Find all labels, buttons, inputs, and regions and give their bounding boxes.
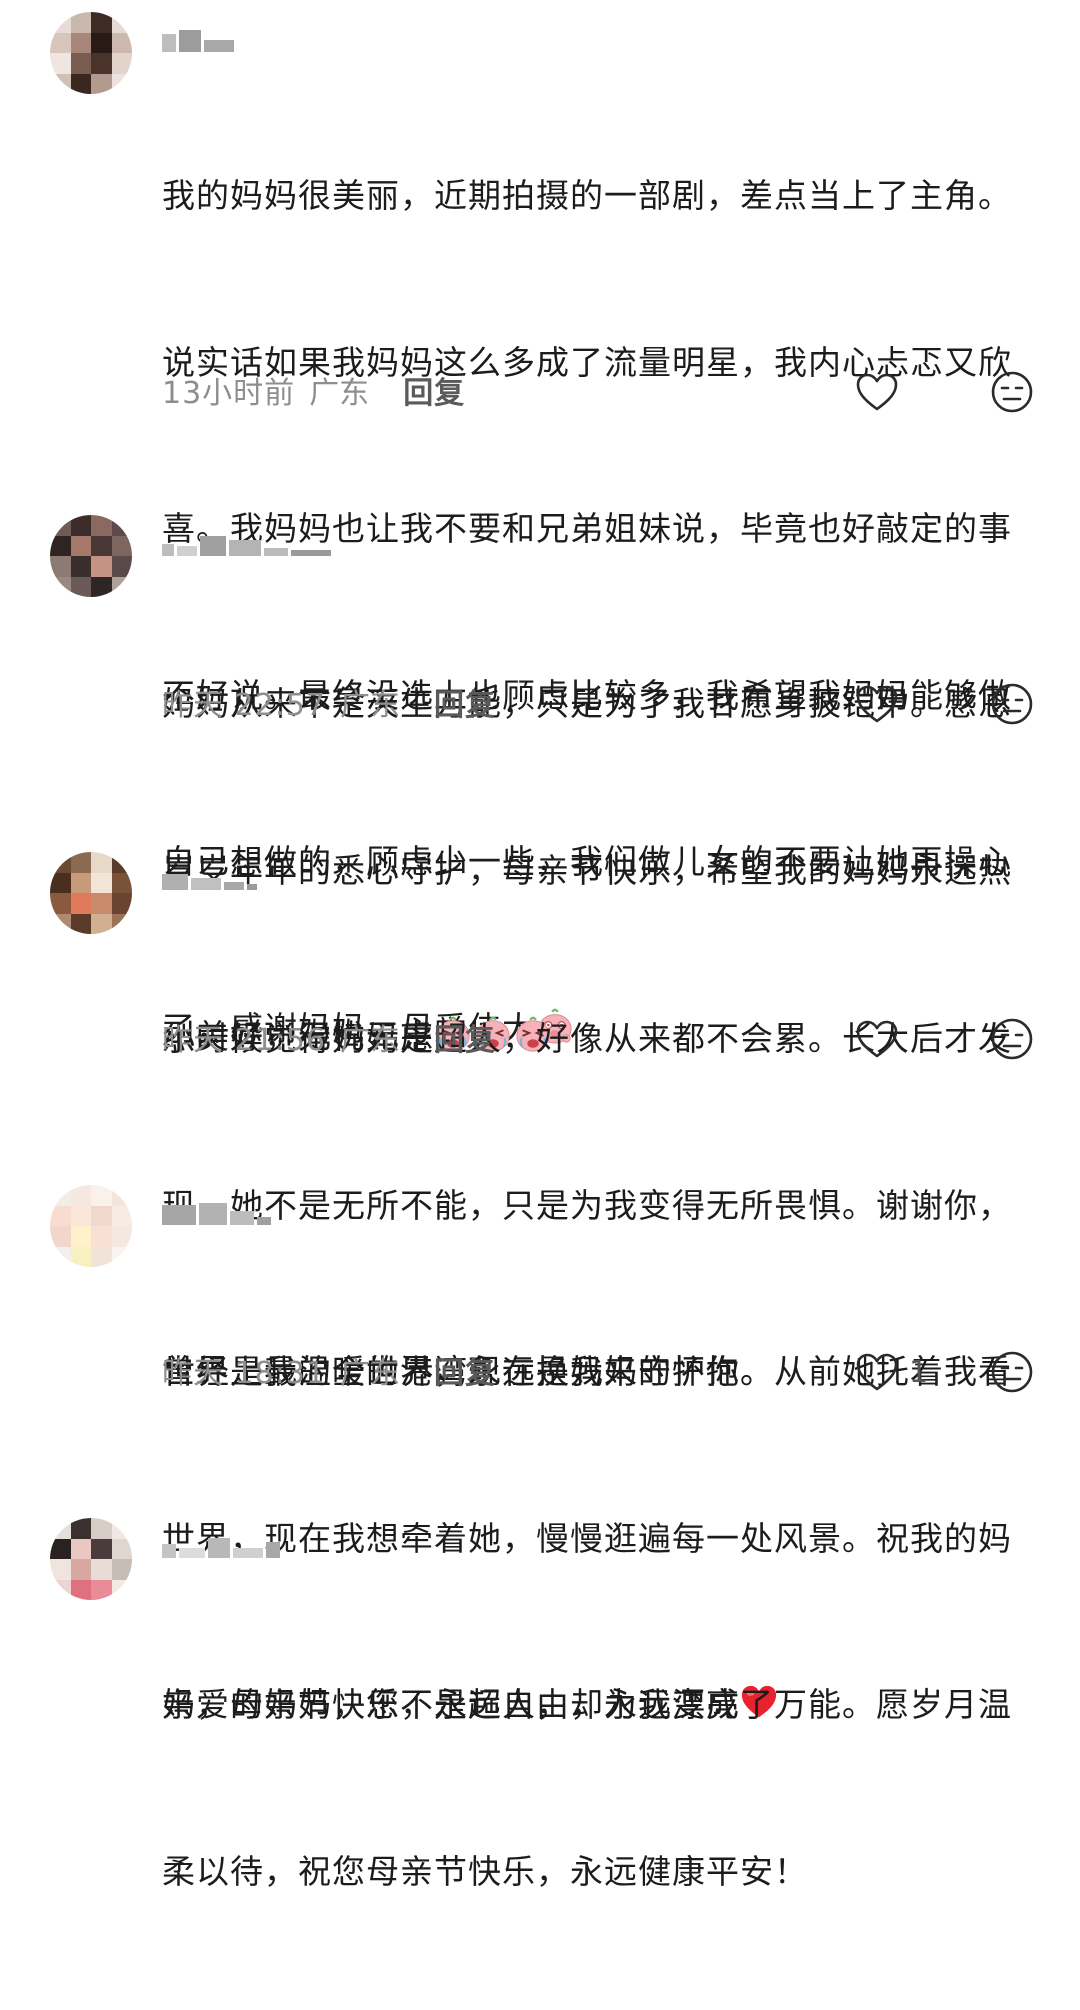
heart-outline-icon (856, 373, 898, 411)
dislike-button[interactable] (990, 1017, 1034, 1061)
comment-line: 现，她不是无所不能，只是为我变得无所畏惧。谢谢你， (162, 1185, 1012, 1225)
comment-location: 广东 (340, 688, 400, 723)
like-button[interactable] (855, 1017, 909, 1061)
heart-outline-icon (856, 1353, 898, 1391)
username[interactable] (162, 1203, 271, 1225)
username[interactable] (162, 1536, 280, 1558)
avatar[interactable] (50, 1518, 132, 1600)
avatar[interactable] (50, 12, 132, 94)
like-count: 1 (909, 1354, 929, 1390)
comment-line: 世界，现在我想牵着她，慢慢逛遍每一处风景。祝我的妈 (162, 1518, 1012, 1558)
comment-meta: 昨天 18:31 广东 回复 (162, 1348, 496, 1392)
dislike-button[interactable] (990, 1350, 1034, 1394)
comment-location: 广东 (309, 376, 370, 411)
username[interactable] (162, 534, 331, 556)
neutral-face-icon (991, 371, 1033, 413)
comment-text: 亲爱的妈妈，您不是超人，却为我变成了万能。愿岁月温 柔以待，祝您母亲节快乐，永远… (162, 1566, 1042, 2010)
comment-line: 亲爱的妈妈，您不是超人，却为我变成了万能。愿岁月温 (162, 1685, 1012, 1724)
comment-line: 我的妈妈很美丽，近期拍摄的一部剧，差点当上了主角。 (162, 176, 1012, 215)
comment-time: 昨天 22:57 (162, 688, 326, 723)
username[interactable] (162, 30, 234, 52)
comment-location: 广东 (340, 1356, 400, 1391)
dislike-button[interactable] (990, 682, 1034, 726)
reply-button[interactable]: 回复 (434, 1348, 496, 1392)
username[interactable] (162, 868, 257, 890)
reply-button[interactable]: 回复 (434, 1015, 496, 1059)
like-button[interactable] (855, 370, 909, 414)
comment-time: 昨天 18:31 (162, 1356, 326, 1391)
heart-outline-icon (856, 685, 898, 723)
neutral-face-icon (991, 1351, 1033, 1393)
neutral-face-icon (991, 1018, 1033, 1060)
avatar[interactable] (50, 515, 132, 597)
neutral-face-icon (991, 683, 1033, 725)
comment-meta: 昨天 22:57 广东 回复 (162, 680, 496, 724)
comment-meta: 13小时前 广东 回复 (162, 368, 465, 412)
comment-line: 岁岁年年的悉心守护，母亲节快乐，希望我的妈妈永远热 (162, 850, 1012, 890)
like-button[interactable]: 1 (855, 1350, 928, 1394)
comment-line: 柔以待，祝您母亲节快乐，永远健康平安！ (162, 1851, 808, 1891)
comment-time: 昨天 21:56 (162, 1023, 326, 1058)
heart-outline-icon (856, 1020, 898, 1058)
comment-time: 13小时前 (162, 376, 296, 411)
avatar[interactable] (50, 852, 132, 934)
like-button[interactable] (855, 682, 909, 726)
comment-location: 广东 (340, 1023, 400, 1058)
comment-meta: 昨天 21:56 广东 回复 (162, 1015, 496, 1059)
reply-button[interactable]: 回复 (403, 368, 465, 412)
reply-button[interactable]: 回复 (434, 680, 496, 724)
dislike-button[interactable] (990, 370, 1034, 414)
avatar[interactable] (50, 1185, 132, 1267)
